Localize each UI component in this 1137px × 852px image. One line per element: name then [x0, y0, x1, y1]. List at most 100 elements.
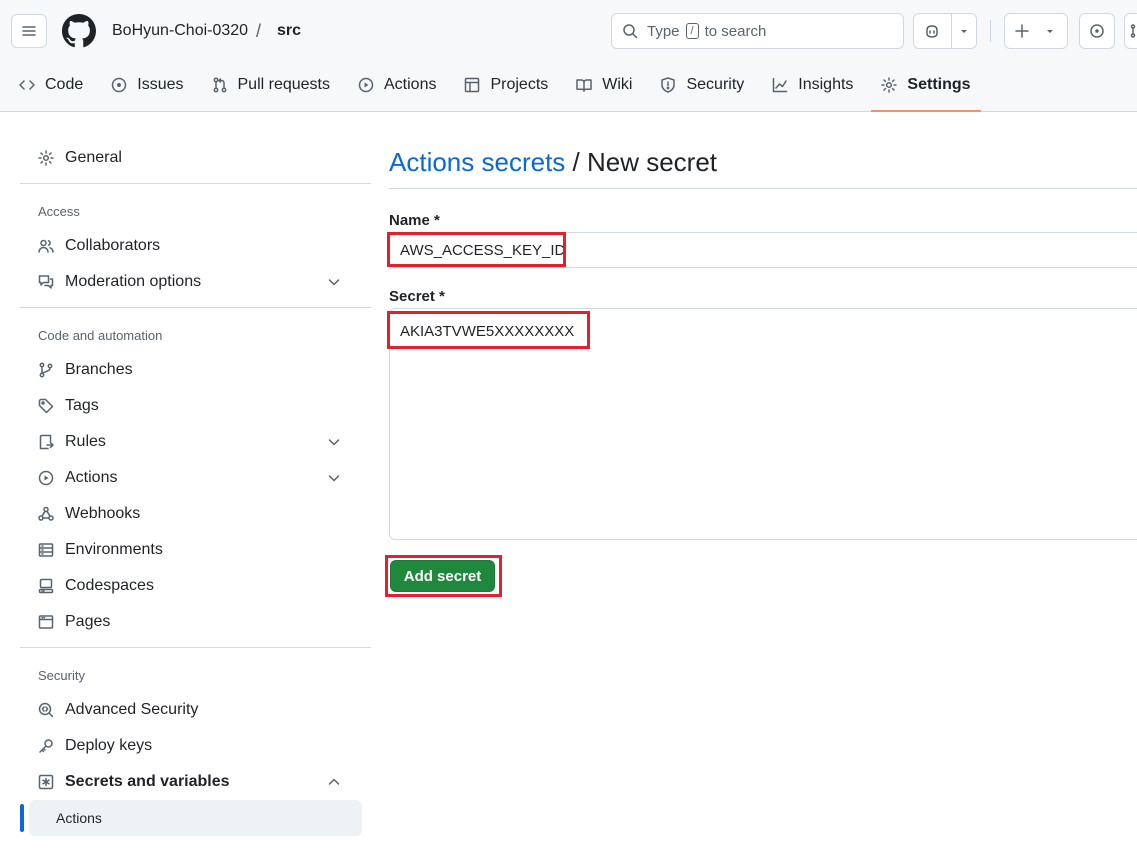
- sidebar-group-access: Access: [38, 204, 80, 219]
- sidebar-item-label: Pages: [65, 613, 111, 630]
- tag-icon: [38, 398, 54, 414]
- sidebar-item-label: Actions: [56, 810, 102, 826]
- sidebar-group-security: Security: [38, 668, 85, 683]
- tab-label: Projects: [490, 76, 549, 93]
- sidebar-item-label: Collaborators: [65, 237, 161, 254]
- sidebar-item-label: Moderation options: [65, 273, 202, 290]
- graph-icon: [772, 77, 788, 93]
- sidebar-item-moderation[interactable]: Moderation options: [20, 264, 371, 300]
- play-icon: [358, 77, 374, 93]
- copilot-button[interactable]: [914, 14, 951, 48]
- annotation-highlight: [385, 555, 502, 597]
- page-title-rest: / New secret: [565, 147, 718, 177]
- sidebar-item-label: Environments: [65, 541, 163, 558]
- comment-discussion-icon: [38, 274, 54, 290]
- key-icon: [38, 738, 54, 754]
- repo-name-link[interactable]: src: [277, 22, 301, 40]
- sidebar-item-tags[interactable]: Tags: [20, 388, 371, 424]
- your-issues-button[interactable]: [1079, 13, 1115, 49]
- sidebar-item-deploy-keys[interactable]: Deploy keys: [20, 728, 371, 764]
- sidebar-item-label: Tags: [65, 397, 99, 414]
- gear-icon: [881, 77, 898, 93]
- book-icon: [576, 77, 593, 93]
- sidebar-item-label: Branches: [65, 361, 133, 378]
- tab-code[interactable]: Code: [9, 66, 93, 104]
- menu-button[interactable]: [11, 14, 47, 48]
- sidebar-item-environments[interactable]: Environments: [20, 532, 371, 568]
- triangle-down-icon: [956, 23, 972, 39]
- sidebar-item-collaborators[interactable]: Collaborators: [20, 228, 371, 264]
- code-icon: [19, 77, 35, 93]
- github-logo-icon[interactable]: [62, 14, 96, 48]
- chevron-down-icon[interactable]: [326, 434, 342, 450]
- sidebar-item-general[interactable]: General: [20, 140, 371, 176]
- sidebar-item-webhooks[interactable]: Webhooks: [20, 496, 371, 532]
- new-secret-form: Actions secrets / New secret Name * AWS_…: [385, 140, 1137, 597]
- sidebar-item-label: Webhooks: [65, 505, 141, 522]
- create-new-button[interactable]: [1004, 13, 1068, 49]
- issue-icon: [111, 77, 127, 93]
- tab-label: Pull requests: [237, 76, 331, 93]
- repo-header: BoHyun-Choi-0320 / src Type / to search: [0, 0, 1137, 112]
- sidebar-subitem-secrets-actions[interactable]: Actions: [20, 800, 362, 836]
- copilot-dropdown[interactable]: [950, 14, 976, 48]
- sidebar-divider: [20, 307, 371, 308]
- pull-request-icon: [212, 77, 228, 93]
- name-label: Name *: [389, 212, 440, 229]
- search-input[interactable]: Type / to search: [611, 13, 904, 49]
- sidebar-item-branches[interactable]: Branches: [20, 352, 371, 388]
- sidebar-item-secrets-variables[interactable]: Secrets and variables: [20, 764, 371, 800]
- git-branch-icon: [38, 362, 54, 378]
- add-secret-button[interactable]: Add secret: [385, 555, 502, 597]
- sidebar-item-advanced-security[interactable]: Advanced Security: [20, 692, 371, 728]
- tab-insights[interactable]: Insights: [762, 66, 863, 104]
- path-separator: /: [256, 21, 262, 41]
- search-icon: [622, 23, 638, 39]
- sidebar-item-rules[interactable]: Rules: [20, 424, 371, 460]
- tab-projects[interactable]: Projects: [454, 66, 558, 104]
- sidebar-item-codespaces[interactable]: Codespaces: [20, 568, 371, 604]
- secret-name-input[interactable]: AWS_ACCESS_KEY_ID: [387, 232, 1137, 268]
- active-indicator: [20, 804, 24, 832]
- annotation-highlight: [387, 311, 590, 349]
- secret-label: Secret *: [389, 288, 445, 305]
- sidebar-item-label: Deploy keys: [65, 737, 153, 754]
- your-pull-requests-button[interactable]: [1124, 13, 1137, 49]
- tab-label: Issues: [137, 76, 184, 93]
- sidebar-group-code-automation: Code and automation: [38, 328, 163, 343]
- sidebar-divider: [20, 647, 371, 648]
- plus-icon: [1014, 23, 1030, 39]
- tab-security[interactable]: Security: [650, 66, 754, 104]
- chevron-down-icon[interactable]: [326, 274, 342, 290]
- table-icon: [464, 77, 480, 93]
- pull-request-icon: [1129, 23, 1137, 39]
- tab-label: Insights: [798, 76, 854, 93]
- repo-owner-link[interactable]: BoHyun-Choi-0320: [112, 22, 248, 40]
- tab-label: Actions: [384, 76, 437, 93]
- browser-icon: [38, 614, 54, 630]
- chevron-down-icon[interactable]: [326, 470, 342, 486]
- chevron-up-icon[interactable]: [326, 774, 342, 790]
- tab-pull-requests[interactable]: Pull requests: [202, 66, 341, 104]
- tab-wiki[interactable]: Wiki: [566, 66, 642, 104]
- tab-label: Settings: [907, 76, 971, 93]
- actions-secrets-link[interactable]: Actions secrets: [389, 147, 565, 177]
- tab-label: Wiki: [602, 76, 633, 93]
- triangle-down-icon: [1042, 23, 1058, 39]
- codescan-icon: [38, 702, 54, 718]
- sidebar-item-label: Actions: [65, 469, 118, 486]
- secret-value-textarea[interactable]: AKIA3TVWE5XXXXXXXX: [387, 308, 1137, 540]
- copilot-button-group: [913, 13, 977, 49]
- tab-issues[interactable]: Issues: [101, 66, 193, 104]
- sidebar-item-actions[interactable]: Actions: [20, 460, 371, 496]
- tab-actions[interactable]: Actions: [348, 66, 446, 104]
- repo-nav-tabs: Code Issues Pull requests Actions Projec…: [0, 66, 989, 112]
- sidebar-divider: [20, 183, 371, 184]
- sidebar-item-pages[interactable]: Pages: [20, 604, 371, 640]
- settings-sidebar: General Access Collaborators Moderation …: [20, 140, 371, 836]
- server-icon: [38, 542, 54, 558]
- copilot-icon: [924, 23, 940, 39]
- gear-icon: [38, 150, 54, 166]
- sidebar-item-label: Codespaces: [65, 577, 154, 594]
- tab-settings[interactable]: Settings: [871, 66, 981, 112]
